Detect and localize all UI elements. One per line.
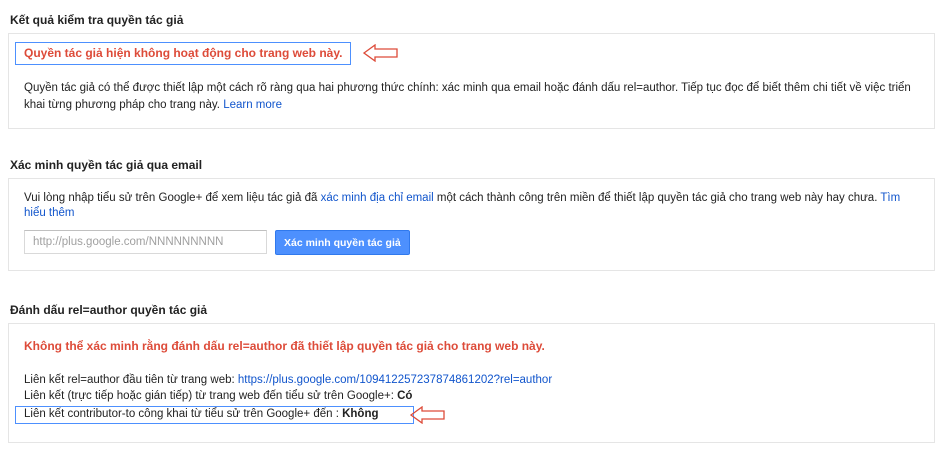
authorship-result-panel: Quyền tác giả hiện không hoạt động cho t… bbox=[8, 33, 935, 129]
contributor-link-value: Không bbox=[342, 408, 379, 420]
authorship-result-title: Kết quả kiểm tra quyền tác giả bbox=[10, 13, 184, 27]
email-verification-desc: Vui lòng nhập tiểu sử trên Google+ để xe… bbox=[24, 192, 321, 204]
email-verification-title: Xác minh quyền tác giả qua email bbox=[10, 158, 203, 172]
email-verification-desc-rest: một cách thành công trên miền để thiết l… bbox=[433, 192, 881, 204]
contributor-link-line: Liên kết contributor-to công khai từ tiể… bbox=[15, 406, 414, 424]
authorship-description: Quyền tác giả có thể được thiết lập một … bbox=[24, 82, 911, 111]
rel-author-line-2: Liên kết (trực tiếp hoặc gián tiếp) từ t… bbox=[24, 388, 412, 404]
rel-author-title: Đánh dấu rel=author quyền tác giả bbox=[10, 303, 208, 317]
direct-link-value: Có bbox=[397, 390, 413, 402]
verify-email-link[interactable]: xác minh địa chỉ email bbox=[321, 192, 434, 204]
left-arrow-icon bbox=[363, 44, 398, 62]
rel-author-profile-link[interactable]: https://plus.google.com/1094122572378748… bbox=[238, 374, 552, 386]
rel-author-line-1: Liên kết rel=author đầu tiên từ trang we… bbox=[24, 372, 552, 388]
learn-more-link[interactable]: Learn more bbox=[223, 99, 282, 111]
rel-author-panel: Không thể xác minh rằng đánh dấu rel=aut… bbox=[8, 323, 935, 443]
direct-link-label: Liên kết (trực tiếp hoặc gián tiếp) từ t… bbox=[24, 390, 398, 402]
contributor-link-label: Liên kết contributor-to công khai từ tiể… bbox=[24, 408, 343, 420]
email-verification-panel: Vui lòng nhập tiểu sử trên Google+ để xe… bbox=[8, 178, 935, 271]
google-plus-profile-input[interactable] bbox=[24, 230, 267, 254]
authorship-status-message: Quyền tác giả hiện không hoạt động cho t… bbox=[15, 42, 352, 65]
rel-author-first-link-label: Liên kết rel=author đầu tiên từ trang we… bbox=[24, 374, 238, 386]
rel-author-status-message: Không thể xác minh rằng đánh dấu rel=aut… bbox=[24, 339, 545, 353]
verify-authorship-button[interactable]: Xác minh quyền tác giả bbox=[275, 230, 410, 255]
left-arrow-icon bbox=[410, 406, 445, 424]
